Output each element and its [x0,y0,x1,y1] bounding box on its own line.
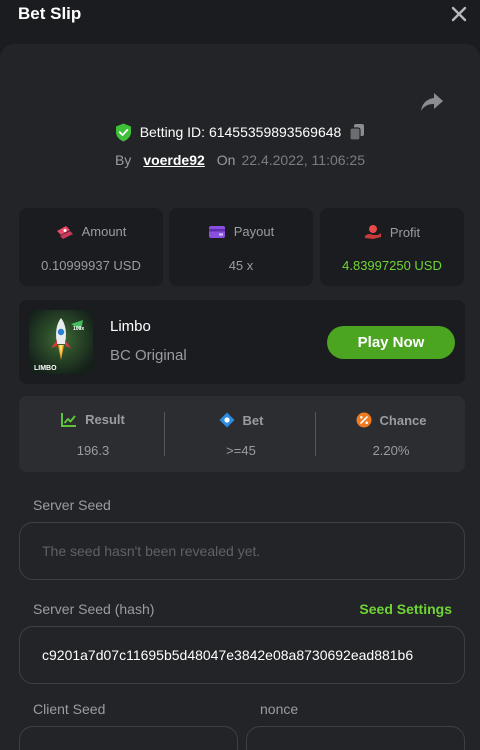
by-label: By [114,152,132,168]
bet-datetime: 22.4.2022, 11:06:25 [241,152,366,168]
amount-card: Amount 0.10999937 USD [19,208,163,286]
payout-icon [208,225,225,238]
thumb-badge: 100x [73,326,84,332]
result-value: 196.3 [76,443,110,458]
header: Bet Slip [0,0,480,30]
payout-card: Payout 45 x [169,208,313,286]
server-hash-field[interactable]: c9201a7d07c11695b5d48047e3842e08a8730692… [19,626,465,684]
game-card: LIMBO 100x Limbo BC Original Play Now [19,300,465,384]
bet-value: >=45 [226,443,256,458]
page-title: Bet Slip [18,4,82,23]
thumb-text: LIMBO [34,365,57,372]
server-hash-label: Server Seed (hash) [33,601,155,617]
server-seed-field[interactable]: The seed hasn't been revealed yet. [19,522,465,580]
payout-value: 45 x [228,258,254,273]
seed-settings-link[interactable]: Seed Settings [359,601,452,617]
bet-meta-row: By voerde92 On 22.4.2022, 11:06:25 [0,150,480,170]
chance-icon [356,412,372,428]
nonce-label: nonce [260,701,299,717]
chance-column: Chance 2.20% [317,396,465,472]
game-subtitle: BC Original [110,347,187,364]
amount-icon [56,225,73,239]
limbo-thumbnail[interactable]: LIMBO 100x [29,310,93,374]
result-column: Result 196.3 [19,396,167,472]
divider [315,412,316,456]
client-seed-field[interactable] [19,726,238,750]
close-icon[interactable] [448,3,470,25]
amount-label: Amount [81,224,127,239]
game-name: Limbo [110,318,151,335]
chance-value: 2.20% [372,443,410,458]
play-now-button[interactable]: Play Now [327,326,455,359]
copy-icon[interactable] [349,123,365,141]
betting-id-row: Betting ID: 61455359893569648 [0,120,480,144]
username-link[interactable]: voerde92 [143,152,204,168]
shield-check-icon [115,123,131,141]
profit-card: Profit 4.83997250 USD [320,208,464,286]
server-hash-value: c9201a7d07c11695b5d48047e3842e08a8730692… [42,647,414,663]
server-seed-placeholder: The seed hasn't been revealed yet. [42,543,261,559]
result-label: Result [85,412,125,427]
result-icon [61,413,77,427]
bet-column: Bet >=45 [167,396,315,472]
on-label: On [216,152,236,168]
nonce-field[interactable] [246,726,465,750]
server-seed-label: Server Seed [33,497,111,513]
profit-icon [364,225,381,239]
chance-label: Chance [379,412,427,428]
bet-slip-panel: Betting ID: 61455359893569648 By voerde9… [0,44,480,750]
amount-value: 0.10999937 USD [41,258,141,273]
profit-value: 4.83997250 USD [342,258,442,273]
payout-label: Payout [233,224,275,239]
share-icon[interactable] [420,91,444,113]
divider [164,412,165,456]
client-seed-label: Client Seed [33,701,106,717]
bet-label: Bet [242,412,264,428]
betting-id: Betting ID: 61455359893569648 [139,124,342,140]
profit-label: Profit [389,224,421,240]
result-card: Result 196.3 Bet >=45 Chance 2.20% [19,396,465,472]
bet-icon [219,412,235,428]
